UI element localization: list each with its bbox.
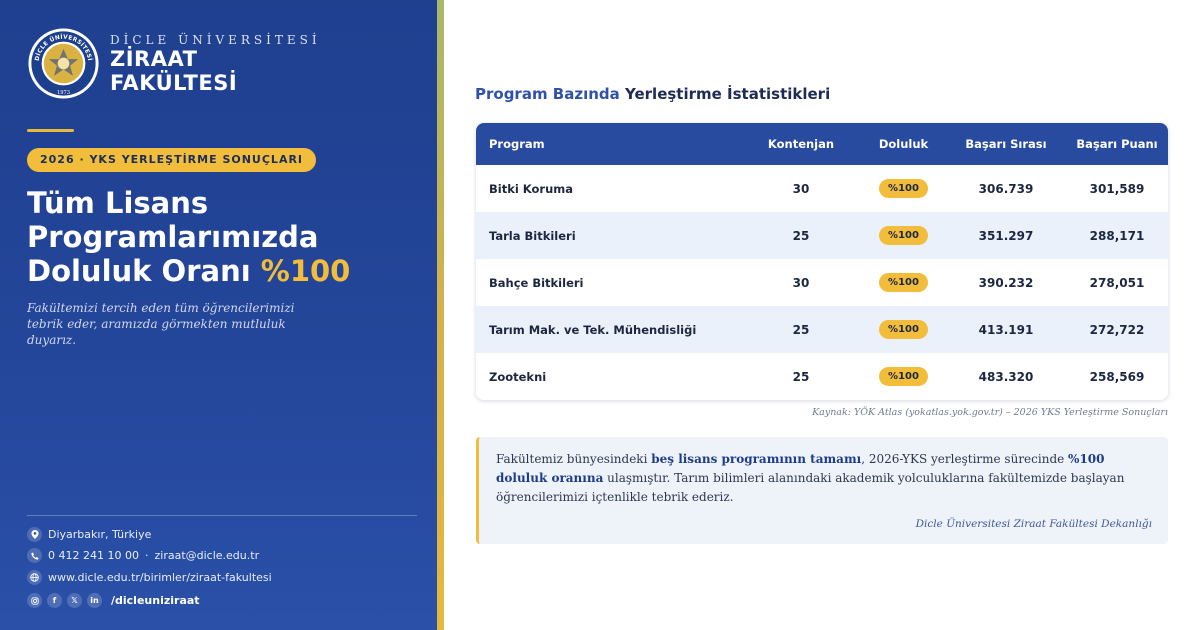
- headline-line2: Programlarımızda: [27, 220, 319, 254]
- fill-pill: %100: [879, 179, 928, 198]
- email-link[interactable]: ziraat@dicle.edu.tr: [154, 549, 259, 562]
- location-icon: [27, 527, 42, 542]
- social-links: f 𝕏 in /dicleuniziraat: [27, 593, 200, 608]
- note-text-2: , 2026-YKS yerleştirme sürecinde: [861, 452, 1069, 466]
- headline-line3: Doluluk Oranı %100: [27, 254, 427, 288]
- cell-rank: 413.191: [978, 322, 1034, 337]
- faculty-name-line2: FAKÜLTESİ: [110, 71, 238, 95]
- cell-quota: 30: [792, 275, 810, 290]
- cell-quota: 25: [792, 369, 810, 384]
- cell-score: 258,569: [1089, 369, 1145, 384]
- cell-fill: %100: [861, 165, 946, 212]
- note-text: Fakültemiz bünyesindeki beş lisans progr…: [496, 450, 1152, 507]
- globe-icon: [27, 570, 42, 585]
- seal-year: 1973: [57, 90, 70, 96]
- fill-pill: %100: [879, 367, 928, 386]
- cell-fill: %100: [861, 353, 946, 400]
- location-text: Diyarbakır, Türkiye: [48, 528, 152, 541]
- signature: Dicle Üniversitesi Ziraat Fakültesi Deka…: [915, 518, 1152, 530]
- website-link[interactable]: www.dicle.edu.tr/birimler/ziraat-fakulte…: [48, 571, 272, 584]
- contact-phone-email: 0 412 241 10 00 · ziraat@dicle.edu.tr: [27, 548, 259, 563]
- university-seal-logo: DİCLE ÜNİVERSİTESİ 1973: [28, 28, 99, 99]
- section-title: Program Bazında Yerleştirme İstatistikle…: [475, 85, 830, 103]
- social-handle[interactable]: /dicleuniziraat: [111, 594, 200, 607]
- headline-line1: Tüm Lisans: [27, 186, 209, 220]
- header-fill: Doluluk: [878, 137, 929, 151]
- stats-table: Program Kontenjan Doluluk Başarı Sırası …: [476, 123, 1168, 400]
- contact-website: www.dicle.edu.tr/birimler/ziraat-fakulte…: [27, 570, 272, 585]
- table-header-row: Program Kontenjan Doluluk Başarı Sırası …: [476, 123, 1168, 165]
- table-row: Zootekni 25 %100 483.320 258,569: [476, 353, 1168, 400]
- headline-line3-prefix: Doluluk Oranı: [27, 254, 261, 288]
- cell-program: Tarım Mak. ve Tek. Mühendisliği: [489, 322, 697, 337]
- cell-quota: 25: [792, 228, 810, 243]
- fill-pill: %100: [879, 273, 928, 292]
- fill-pill: %100: [879, 226, 928, 245]
- fill-pill: %100: [879, 320, 928, 339]
- section-title-highlight: Program Bazında: [475, 85, 620, 103]
- cell-program: Tarla Bitkileri: [489, 228, 576, 243]
- cell-rank: 351.297: [978, 228, 1034, 243]
- header-score: Başarı Puanı: [1076, 137, 1158, 151]
- cell-rank: 306.739: [978, 181, 1034, 196]
- contact-separator: ·: [144, 549, 149, 562]
- cell-score: 272,722: [1089, 322, 1145, 337]
- header-program: Program: [489, 137, 545, 151]
- left-panel: DİCLE ÜNİVERSİTESİ 1973 DİCLE ÜNİVERSİTE…: [0, 0, 437, 630]
- congrats-subtext: Fakültemizi tercih eden tüm öğrencilerim…: [27, 301, 295, 347]
- header-rank: Başarı Sırası: [965, 137, 1047, 151]
- gold-accent-line: [27, 129, 74, 132]
- table-row: Tarla Bitkileri 25 %100 351.297 288,171: [476, 212, 1168, 259]
- header-quota: Kontenjan: [767, 137, 835, 151]
- note-bold-1: beş lisans programının tamamı: [651, 452, 862, 466]
- phone-icon: [27, 548, 42, 563]
- note-text-1: Fakültemiz bünyesindeki: [496, 452, 652, 466]
- university-name: DİCLE ÜNİVERSİTESİ: [110, 33, 321, 47]
- gold-strip: [437, 0, 444, 630]
- headline: Tüm Lisans Programlarımızda Doluluk Oran…: [27, 186, 427, 288]
- table-row: Bahçe Bitkileri 30 %100 390.232 278,051: [476, 259, 1168, 306]
- table-row: Tarım Mak. ve Tek. Mühendisliği 25 %100 …: [476, 306, 1168, 353]
- instagram-icon[interactable]: [27, 593, 42, 608]
- cell-quota: 25: [792, 322, 810, 337]
- cell-fill: %100: [861, 306, 946, 353]
- cell-program: Bitki Koruma: [489, 181, 574, 196]
- cell-rank: 390.232: [978, 275, 1034, 290]
- source-note: Kaynak: YÖK Atlas (yokatlas.yok.gov.tr) …: [812, 407, 1168, 418]
- cell-rank: 483.320: [978, 369, 1034, 384]
- contact-location: Diyarbakır, Türkiye: [27, 527, 151, 542]
- divider: [27, 515, 417, 516]
- faculty-name-line1: ZİRAAT: [110, 47, 198, 71]
- table-row: Bitki Koruma 30 %100 306.739 301,589: [476, 165, 1168, 212]
- x-icon[interactable]: 𝕏: [67, 593, 82, 608]
- cell-fill: %100: [861, 259, 946, 306]
- cell-program: Bahçe Bitkileri: [489, 275, 584, 290]
- facebook-icon[interactable]: f: [47, 593, 62, 608]
- cell-score: 301,589: [1089, 181, 1145, 196]
- cell-score: 278,051: [1089, 275, 1145, 290]
- placement-stats-table: Program Kontenjan Doluluk Başarı Sırası …: [476, 123, 1168, 400]
- section-title-rest: Yerleştirme İstatistikleri: [619, 85, 831, 103]
- cell-score: 288,171: [1089, 228, 1145, 243]
- cell-program: Zootekni: [489, 369, 547, 384]
- linkedin-icon[interactable]: in: [87, 593, 102, 608]
- congrats-note: Fakültemiz bünyesindeki beş lisans progr…: [476, 437, 1168, 544]
- headline-accent: %100: [260, 254, 351, 288]
- phone-link[interactable]: 0 412 241 10 00: [48, 549, 139, 562]
- cell-fill: %100: [861, 212, 946, 259]
- results-badge: 2026 · YKS YERLEŞTİRME SONUÇLARI: [27, 148, 317, 172]
- cell-quota: 30: [792, 181, 810, 196]
- faculty-name: ZİRAAT FAKÜLTESİ: [110, 47, 310, 95]
